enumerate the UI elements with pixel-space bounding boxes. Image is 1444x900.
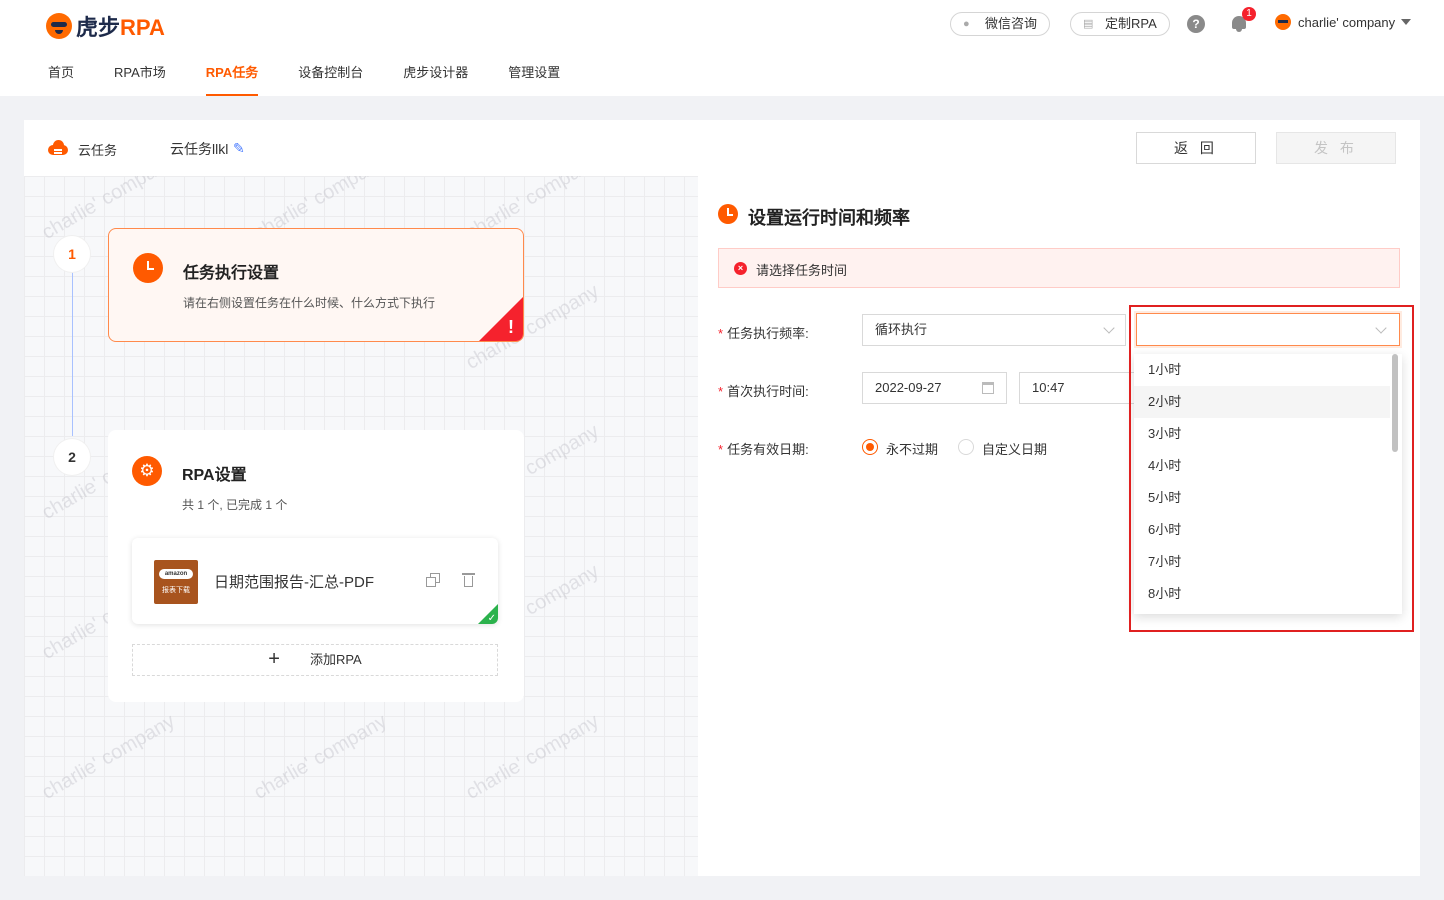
chevron-down-icon: [1103, 322, 1115, 334]
task-toolbar: 云任务 云任务llkl ✎ 返 回 发 布: [24, 120, 1420, 176]
nav-admin-settings[interactable]: 管理设置: [508, 62, 560, 96]
custom-rpa-button[interactable]: ▤ 定制RPA: [1070, 12, 1170, 36]
check-icon: ✓: [487, 613, 496, 624]
radio-custom-date[interactable]: [958, 439, 974, 455]
flow-canvas: charlie' company charlie' company charli…: [24, 176, 698, 876]
back-button[interactable]: 返 回: [1136, 132, 1256, 164]
task-name: 云任务llkl: [170, 141, 229, 157]
first-run-time: 10:47: [1032, 380, 1065, 395]
trash-icon[interactable]: [462, 572, 475, 587]
user-menu[interactable]: charlie' company: [1275, 14, 1412, 30]
watermark: charlie' company: [38, 710, 179, 804]
error-circle-icon: ×: [734, 262, 747, 275]
watermark: charlie' company: [462, 710, 603, 804]
gear-icon: ⚙: [132, 456, 162, 486]
add-rpa-button[interactable]: + 添加RPA: [132, 644, 498, 676]
error-corner: [479, 297, 523, 341]
custom-rpa-label: 定制RPA: [1105, 16, 1157, 31]
rpa-thumbnail: amazon 报表下载: [154, 560, 198, 604]
step1-subtitle: 请在右侧设置任务在什么时候、什么方式下执行: [183, 296, 436, 310]
wechat-label: 微信咨询: [985, 16, 1038, 31]
never-expire-label[interactable]: 永不过期: [886, 439, 938, 458]
nav-designer[interactable]: 虎步设计器: [403, 62, 468, 96]
user-name: charlie' company: [1298, 14, 1396, 30]
publish-button[interactable]: 发 布: [1276, 132, 1396, 164]
caret-down-icon: [1401, 19, 1412, 25]
help-icon[interactable]: ?: [1187, 15, 1205, 33]
step2-title: RPA设置: [182, 467, 247, 484]
watermark: charlie' company: [250, 710, 391, 804]
clock-icon: [718, 204, 738, 224]
nav-home[interactable]: 首页: [48, 62, 74, 96]
highlight-box: [1129, 305, 1414, 632]
step-connector: [72, 272, 73, 436]
nav-rpa-tasks[interactable]: RPA任务: [205, 62, 259, 96]
step-number-1: 1: [54, 236, 90, 272]
tiger-logo-icon: [46, 13, 72, 39]
step-number-2: 2: [54, 439, 90, 475]
frequency-mode-select[interactable]: 循环执行: [862, 314, 1126, 346]
logo-en: RPA: [120, 15, 165, 40]
alert-text: 请选择任务时间: [756, 263, 848, 278]
main-nav: 首页 RPA市场 RPA任务 设备控制台 虎步设计器 管理设置: [48, 62, 600, 96]
first-run-date-picker[interactable]: 2022-09-27: [862, 372, 1007, 404]
breadcrumb-section[interactable]: 云任务: [78, 140, 117, 159]
frequency-label: * 任务执行频率:: [718, 326, 809, 341]
wechat-icon: ●: [963, 18, 970, 30]
edit-pencil-icon[interactable]: ✎: [233, 140, 245, 157]
clock-icon: [133, 253, 163, 283]
avatar: [1275, 14, 1291, 30]
logo-cn: 虎步: [76, 15, 121, 40]
nav-device-console[interactable]: 设备控制台: [298, 62, 363, 96]
panel-title: 设置运行时间和频率: [748, 208, 910, 228]
exclamation-icon: !: [508, 317, 514, 337]
notification-badge: 1: [1242, 7, 1256, 21]
valid-date-label: * 任务有效日期:: [718, 442, 809, 457]
first-run-date: 2022-09-27: [875, 380, 942, 395]
add-rpa-label: 添加RPA: [309, 652, 362, 667]
error-alert: × 请选择任务时间: [718, 248, 1400, 288]
document-edit-icon: ▤: [1083, 18, 1094, 30]
thumb-brand: amazon: [159, 569, 193, 579]
wechat-consult-button[interactable]: ● 微信咨询: [950, 12, 1051, 36]
cloud-icon: [48, 140, 68, 155]
copy-icon[interactable]: [426, 573, 440, 587]
first-run-time-picker[interactable]: 10:47: [1019, 372, 1139, 404]
top-header: 虎步RPA 首页 RPA市场 RPA任务 设备控制台 虎步设计器 管理设置 ● …: [0, 0, 1444, 96]
nav-rpa-market[interactable]: RPA市场: [114, 62, 166, 96]
calendar-icon: [982, 382, 994, 394]
rpa-item-name: 日期范围报告-汇总-PDF: [214, 574, 374, 591]
rpa-item-card[interactable]: amazon 报表下载 日期范围报告-汇总-PDF ✓: [132, 538, 498, 624]
step2-subtitle: 共 1 个, 已完成 1 个: [182, 498, 288, 512]
rpa-settings-card: ⚙ RPA设置 共 1 个, 已完成 1 个 amazon 报表下载 日期范围报…: [108, 430, 524, 702]
thumb-caption: 报表下载: [162, 587, 190, 594]
logo[interactable]: 虎步RPA: [46, 10, 165, 42]
plus-icon: +: [268, 647, 280, 670]
custom-date-label[interactable]: 自定义日期: [982, 439, 1047, 458]
task-execution-card[interactable]: 任务执行设置 请在右侧设置任务在什么时候、什么方式下执行 !: [108, 228, 524, 342]
step1-title: 任务执行设置: [183, 265, 280, 282]
radio-never-expire[interactable]: [862, 439, 878, 455]
frequency-mode-value: 循环执行: [875, 322, 928, 337]
first-run-label: * 首次执行时间:: [718, 384, 809, 399]
